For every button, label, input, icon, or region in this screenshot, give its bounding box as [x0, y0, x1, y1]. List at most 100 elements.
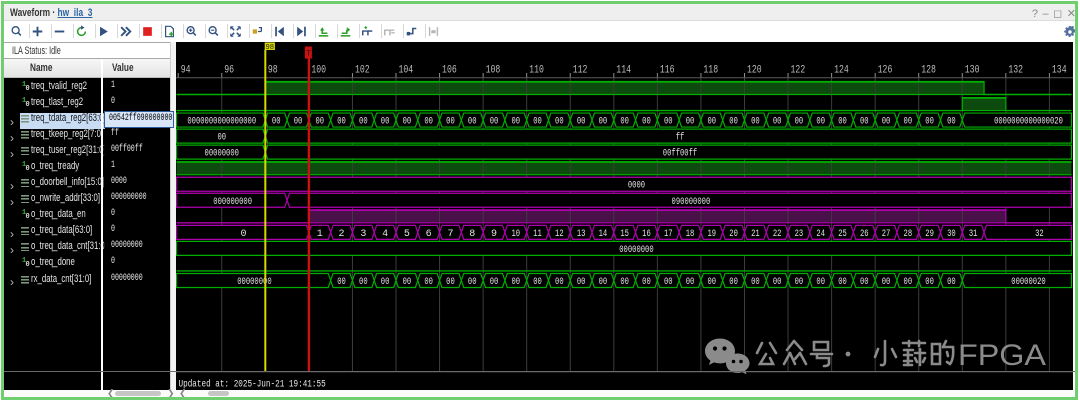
svg-text:00: 00 [381, 277, 390, 288]
svg-text:00: 00 [642, 117, 651, 128]
svg-text:00: 00 [773, 117, 782, 128]
svg-text:13: 13 [577, 229, 586, 240]
svg-text:090000000: 090000000 [672, 197, 711, 208]
svg-text:00000000: 00000000 [237, 277, 271, 288]
svg-text:00: 00 [490, 117, 499, 128]
svg-text:00: 00 [947, 117, 956, 128]
svg-text:24: 24 [816, 229, 825, 240]
svg-text:00: 00 [620, 117, 629, 128]
svg-text:100: 100 [311, 65, 326, 77]
svg-text:2: 2 [339, 229, 345, 240]
svg-text:00: 00 [882, 117, 891, 128]
svg-text:0: 0 [241, 229, 247, 240]
svg-text:30: 30 [947, 229, 956, 240]
svg-text:00: 00 [337, 277, 346, 288]
svg-text:00000020: 00000020 [1011, 277, 1045, 288]
svg-text:00: 00 [424, 277, 433, 288]
svg-text:0000000000000020: 0000000000000020 [994, 117, 1063, 128]
svg-text:00ff00ff: 00ff00ff [663, 148, 697, 160]
svg-text:00000000: 00000000 [619, 245, 653, 256]
svg-text:00: 00 [359, 277, 368, 288]
svg-text:T: T [306, 50, 311, 59]
svg-text:00: 00 [795, 277, 804, 288]
svg-text:128: 128 [921, 65, 936, 77]
svg-text:9: 9 [491, 229, 497, 240]
svg-text:3: 3 [360, 229, 366, 240]
svg-text:00: 00 [403, 277, 412, 288]
svg-text:00: 00 [555, 117, 564, 128]
svg-text:00: 00 [272, 117, 281, 128]
svg-text:00: 00 [642, 277, 651, 288]
svg-text:98: 98 [266, 44, 275, 52]
svg-text:15: 15 [620, 229, 629, 240]
svg-text:120: 120 [747, 65, 762, 77]
svg-text:00: 00 [708, 277, 717, 288]
svg-text:29: 29 [925, 229, 934, 240]
svg-text:00: 00 [446, 277, 455, 288]
svg-text:112: 112 [573, 65, 588, 77]
svg-text:00: 00 [729, 277, 738, 288]
svg-text:11: 11 [533, 229, 542, 240]
svg-text:00: 00 [751, 277, 760, 288]
svg-text:00: 00 [217, 133, 226, 144]
svg-text:00: 00 [337, 117, 346, 128]
svg-text:00: 00 [446, 117, 455, 128]
svg-text:23: 23 [795, 229, 804, 240]
svg-text:00: 00 [838, 117, 847, 128]
svg-text:Updated at: 2025-Jun-21 19:41:: Updated at: 2025-Jun-21 19:41:55 [179, 379, 326, 391]
svg-text:22: 22 [773, 229, 782, 240]
svg-text:17: 17 [664, 229, 673, 240]
svg-text:00: 00 [686, 277, 695, 288]
svg-text:28: 28 [904, 229, 913, 240]
svg-text:96: 96 [224, 65, 234, 77]
svg-text:108: 108 [486, 65, 501, 77]
svg-text:25: 25 [838, 229, 847, 240]
svg-text:00: 00 [751, 117, 760, 128]
svg-text:5: 5 [404, 229, 410, 240]
svg-text:00: 00 [882, 277, 891, 288]
svg-text:00: 00 [599, 117, 608, 128]
svg-text:00: 00 [664, 117, 673, 128]
svg-text:FPGA: FPGA [958, 339, 1046, 372]
svg-text:0000: 0000 [628, 181, 645, 192]
svg-text:122: 122 [791, 65, 806, 77]
svg-text:00: 00 [729, 117, 738, 128]
svg-text:94: 94 [181, 65, 191, 77]
svg-text:00: 00 [315, 117, 324, 128]
svg-text:00: 00 [620, 277, 629, 288]
svg-text:00000000: 00000000 [205, 149, 239, 160]
svg-text:00: 00 [468, 277, 477, 288]
svg-text:00: 00 [577, 277, 586, 288]
svg-text:00: 00 [860, 117, 869, 128]
svg-text:00: 00 [359, 117, 368, 128]
svg-text:00: 00 [533, 117, 542, 128]
svg-text:21: 21 [751, 229, 760, 240]
svg-text:110: 110 [529, 65, 544, 77]
svg-text:00: 00 [708, 117, 717, 128]
svg-text:116: 116 [660, 65, 675, 77]
svg-text:00: 00 [925, 117, 934, 128]
svg-text:00: 00 [773, 277, 782, 288]
svg-text:00: 00 [511, 277, 520, 288]
svg-text:00: 00 [947, 277, 956, 288]
svg-text:6: 6 [426, 229, 432, 240]
svg-text:00: 00 [555, 277, 564, 288]
svg-text:00: 00 [424, 117, 433, 128]
svg-text:126: 126 [878, 65, 893, 77]
svg-text:00: 00 [925, 277, 934, 288]
svg-text:00: 00 [860, 277, 869, 288]
svg-text:102: 102 [355, 65, 370, 77]
svg-text:104: 104 [399, 65, 414, 77]
svg-text:00: 00 [403, 117, 412, 128]
svg-text:00: 00 [816, 277, 825, 288]
svg-text:27: 27 [882, 229, 891, 240]
svg-text:1: 1 [317, 229, 323, 240]
svg-text:00: 00 [599, 277, 608, 288]
svg-text:26: 26 [860, 229, 869, 240]
svg-text:00: 00 [904, 277, 913, 288]
svg-text:8: 8 [469, 229, 475, 240]
svg-text:132: 132 [1008, 65, 1023, 77]
svg-text:134: 134 [1052, 65, 1067, 77]
svg-text:00: 00 [795, 117, 804, 128]
svg-text:00: 00 [381, 117, 390, 128]
